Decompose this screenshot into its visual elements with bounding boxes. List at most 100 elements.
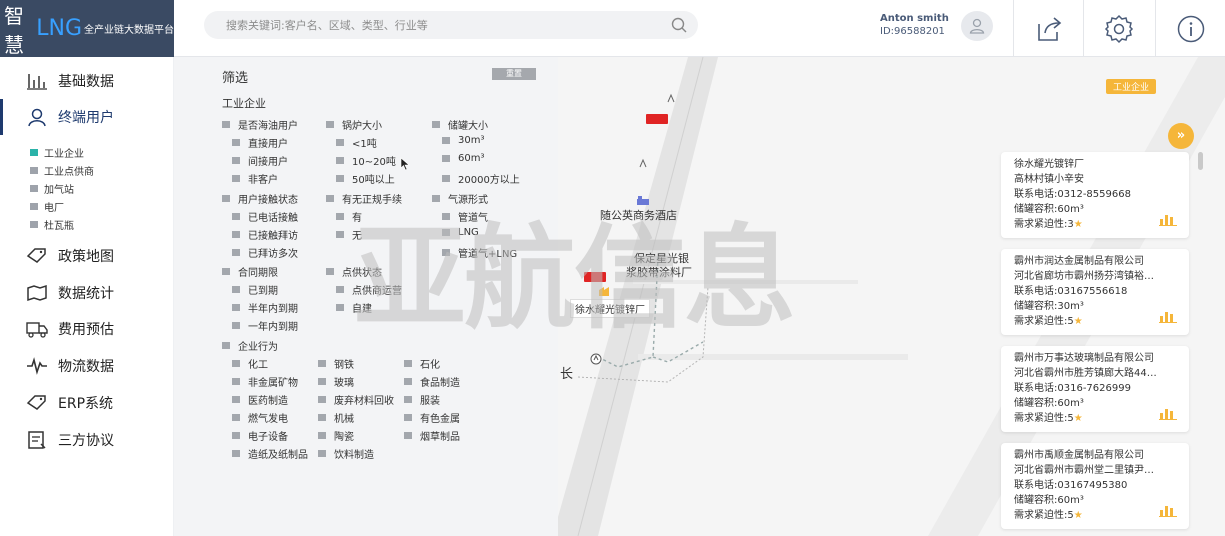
checkbox[interactable]	[442, 213, 450, 220]
option-expire-half-year[interactable]: 半年内到期	[232, 300, 298, 315]
checkbox[interactable]	[232, 157, 240, 164]
reset-button[interactable]: 重置	[492, 68, 536, 80]
checkbox[interactable]	[232, 396, 240, 403]
checkbox[interactable]	[336, 157, 344, 164]
checkbox[interactable]	[336, 286, 344, 293]
app-logo[interactable]: 智慧 LNG 全产业链大数据平台	[0, 0, 174, 57]
checkbox[interactable]	[232, 432, 240, 439]
behavior-option[interactable]: 造纸及纸制品	[232, 446, 308, 461]
sidebar-item-erp[interactable]: ERP系统	[0, 385, 174, 421]
option-non-customer[interactable]: 非客户	[232, 171, 278, 186]
behavior-option[interactable]: 食品制造	[404, 374, 460, 389]
option-boiler-lt1[interactable]: <1吨	[336, 135, 377, 150]
checkbox[interactable]	[222, 342, 230, 349]
subitem-industrial-supplier[interactable]: 工业点供商	[30, 163, 94, 178]
checkbox[interactable]	[222, 268, 230, 275]
option-direct-user[interactable]: 直接用户	[232, 135, 288, 150]
option-tank-60[interactable]: 60m³	[442, 153, 484, 164]
checkbox[interactable]	[404, 378, 412, 385]
option-expire-one-year[interactable]: 一年内到期	[232, 318, 298, 333]
option-phone-contacted[interactable]: 已电话接触	[232, 209, 298, 224]
checkbox[interactable]	[404, 414, 412, 421]
checkbox[interactable]	[442, 249, 450, 256]
company-card[interactable]: 霸州市禹顺金属制品有限公司 河北省霸州市霸州堂二里镇尹… 联系电话:031674…	[1001, 443, 1189, 529]
checkbox[interactable]	[232, 378, 240, 385]
option-supplier-operated[interactable]: 点供商运营	[336, 282, 402, 297]
filter-group-gas-source[interactable]: 气源形式	[432, 191, 488, 206]
behavior-option[interactable]: 钢铁	[318, 356, 354, 371]
expand-button[interactable]: »	[1168, 123, 1194, 149]
checkbox[interactable]	[442, 155, 450, 162]
avatar[interactable]	[961, 11, 993, 41]
company-card[interactable]: 霸州市万事达玻璃制品有限公司 河北省霸州市胜芳镇廊大路44… 联系电话:0316…	[1001, 346, 1189, 432]
option-visited[interactable]: 已接触拜访	[232, 227, 298, 242]
checkbox[interactable]	[232, 249, 240, 256]
filter-group-contact[interactable]: 用户接触状态	[222, 191, 298, 206]
option-indirect-user[interactable]: 间接用户	[232, 153, 288, 168]
sidebar-item-statistics[interactable]: 数据统计	[0, 275, 174, 311]
subitem-power-plant[interactable]: 电厂	[30, 199, 64, 214]
filter-group-formalities[interactable]: 有无正规手续	[326, 191, 402, 206]
checkbox[interactable]	[336, 213, 344, 220]
map-marker[interactable]	[646, 114, 668, 124]
checkbox[interactable]	[336, 139, 344, 146]
behavior-option[interactable]: 非金属矿物	[232, 374, 298, 389]
filter-group-contract[interactable]: 合同期限	[222, 264, 278, 279]
behavior-option[interactable]: 电子设备	[232, 428, 288, 443]
company-card[interactable]: 霸州市润达金属制品有限公司 河北省廊坊市霸州扬芬湾镇裕… 联系电话:031675…	[1001, 249, 1189, 335]
subitem-gas-station[interactable]: 加气站	[30, 181, 74, 196]
checkbox[interactable]	[326, 121, 334, 128]
behavior-option[interactable]: 服装	[404, 392, 440, 407]
checkbox[interactable]	[318, 414, 326, 421]
checkbox[interactable]	[222, 121, 230, 128]
option-visited-multiple[interactable]: 已拜访多次	[232, 245, 298, 260]
option-self-built[interactable]: 自建	[336, 300, 372, 315]
sidebar-item-policy-map[interactable]: 政策地图	[0, 238, 174, 274]
map-legend-industrial[interactable]: 工业企业	[1106, 79, 1157, 94]
sidebar-item-basic-data[interactable]: 基础数据	[0, 63, 174, 99]
checkbox[interactable]	[326, 195, 334, 202]
behavior-option[interactable]: 饮料制造	[318, 446, 374, 461]
checkbox[interactable]	[336, 175, 344, 182]
checkbox[interactable]	[442, 175, 450, 182]
checkbox[interactable]	[232, 213, 240, 220]
option-boiler-50plus[interactable]: 50吨以上	[336, 171, 395, 186]
sidebar-item-end-users[interactable]: 终端用户	[0, 99, 174, 135]
checkbox[interactable]	[232, 286, 240, 293]
search-input[interactable]	[204, 11, 644, 39]
checkbox[interactable]	[232, 360, 240, 367]
behavior-option[interactable]: 烟草制品	[404, 428, 460, 443]
option-no-formalities[interactable]: 无	[336, 227, 362, 242]
behavior-option[interactable]: 陶瓷	[318, 428, 354, 443]
behavior-option[interactable]: 废弃材料回收	[318, 392, 394, 407]
behavior-option[interactable]: 石化	[404, 356, 440, 371]
filter-group-tank[interactable]: 储罐大小	[432, 117, 488, 132]
behavior-option[interactable]: 化工	[232, 356, 268, 371]
poi-factory-b[interactable]: 浆胶带涂料厂	[626, 264, 692, 280]
option-boiler-10-20[interactable]: 10~20吨	[336, 153, 396, 168]
behavior-option[interactable]: 玻璃	[318, 374, 354, 389]
checkbox[interactable]	[232, 139, 240, 146]
map-marker[interactable]	[584, 272, 606, 282]
bar-chart-icon[interactable]	[1159, 309, 1177, 323]
search-icon[interactable]	[670, 16, 688, 34]
checkbox[interactable]	[318, 432, 326, 439]
checkbox[interactable]	[318, 378, 326, 385]
checkbox[interactable]	[318, 396, 326, 403]
checkbox[interactable]	[432, 121, 440, 128]
checkbox[interactable]	[318, 450, 326, 457]
checkbox[interactable]	[404, 432, 412, 439]
section-behavior[interactable]: 企业行为	[222, 338, 278, 353]
poi-hotel[interactable]: 随公英商务酒店	[600, 207, 677, 223]
checkbox[interactable]	[232, 175, 240, 182]
bar-chart-icon[interactable]	[1159, 406, 1177, 420]
sidebar-item-tripartite[interactable]: 三方协议	[0, 422, 174, 458]
behavior-option[interactable]: 医药制造	[232, 392, 288, 407]
settings-button[interactable]	[1083, 0, 1153, 57]
bar-chart-icon[interactable]	[1159, 503, 1177, 517]
checkbox[interactable]	[432, 195, 440, 202]
subitem-industrial[interactable]: 工业企业	[30, 145, 84, 160]
behavior-option[interactable]: 机械	[318, 410, 354, 425]
checkbox[interactable]	[318, 360, 326, 367]
filter-group-boiler[interactable]: 锅炉大小	[326, 117, 382, 132]
